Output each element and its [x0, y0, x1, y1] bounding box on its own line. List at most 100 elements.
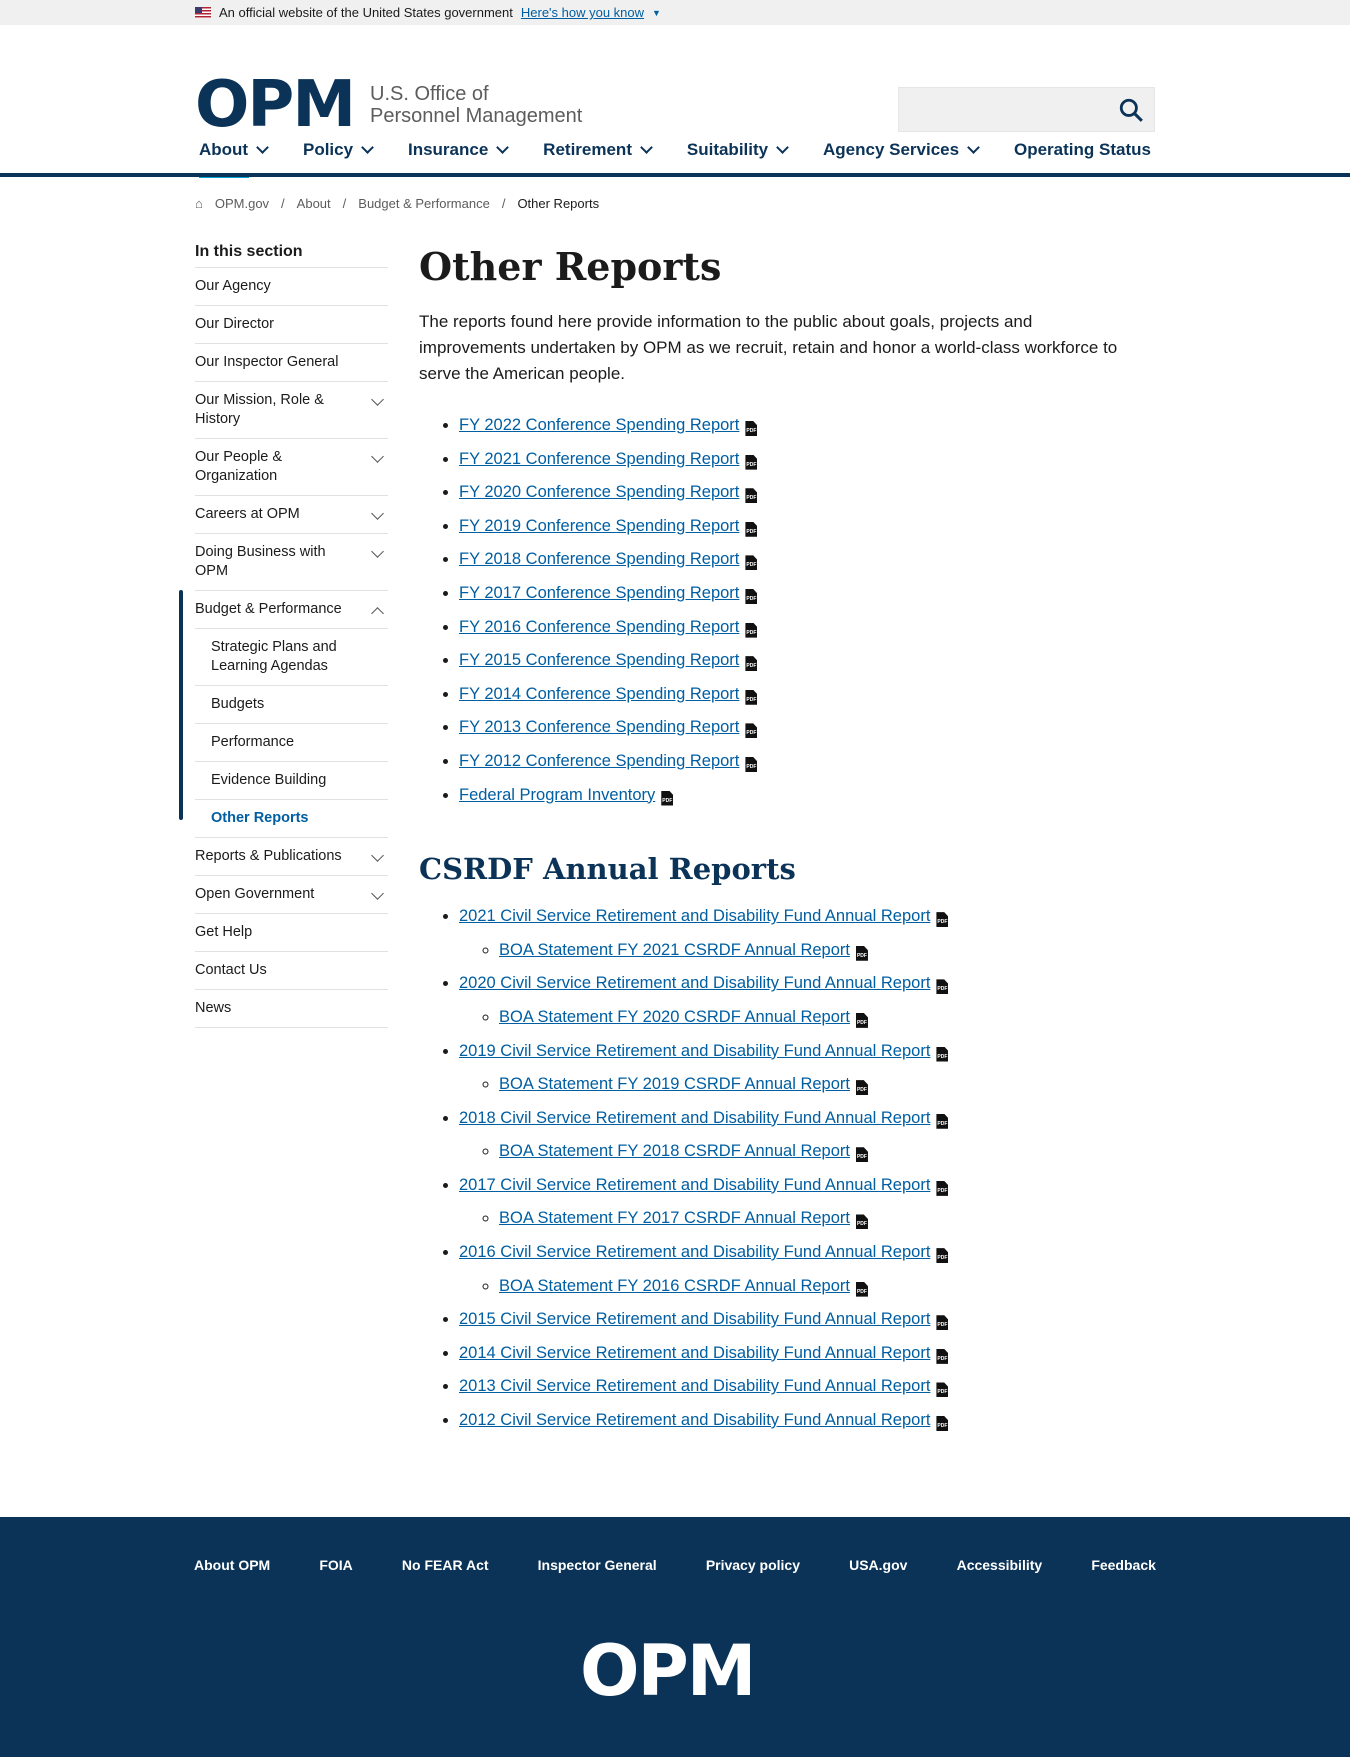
- pdf-icon: PDF: [855, 1214, 868, 1230]
- pdf-icon: PDF: [936, 912, 949, 928]
- chevron-down-icon[interactable]: [371, 545, 384, 558]
- report-link[interactable]: FY 2013 Conference Spending Report: [459, 718, 739, 736]
- report-link[interactable]: FY 2019 Conference Spending Report: [459, 517, 739, 535]
- sidebar-item[interactable]: Other Reports: [195, 800, 388, 838]
- report-link[interactable]: BOA Statement FY 2017 CSRDF Annual Repor…: [499, 1209, 850, 1227]
- sidebar-item-label: Other Reports: [211, 810, 309, 826]
- nav-item-insurance[interactable]: Insurance: [404, 130, 511, 176]
- list-item: BOA Statement FY 2017 CSRDF Annual Repor…: [499, 1202, 1139, 1236]
- list-item: FY 2018 Conference Spending Report PDF: [459, 543, 1139, 577]
- sidebar-item[interactable]: Evidence Building: [195, 762, 388, 800]
- report-link[interactable]: BOA Statement FY 2021 CSRDF Annual Repor…: [499, 941, 850, 959]
- page-title: Other Reports: [419, 244, 722, 289]
- how-you-know-link[interactable]: Here's how you know: [521, 5, 644, 20]
- report-link[interactable]: 2013 Civil Service Retirement and Disabi…: [459, 1377, 930, 1395]
- report-link[interactable]: 2017 Civil Service Retirement and Disabi…: [459, 1176, 930, 1194]
- breadcrumb-item[interactable]: OPM.gov: [215, 196, 269, 211]
- pdf-icon: PDF: [745, 421, 758, 436]
- report-link[interactable]: FY 2012 Conference Spending Report: [459, 752, 739, 770]
- nav-item-policy[interactable]: Policy: [299, 130, 376, 176]
- sidebar-item[interactable]: Budgets: [195, 686, 388, 724]
- report-link[interactable]: 2021 Civil Service Retirement and Disabi…: [459, 907, 930, 925]
- csrdf-heading: CSRDF Annual Reports: [419, 852, 796, 887]
- chevron-up-icon[interactable]: [371, 607, 384, 620]
- sidebar-item[interactable]: Reports & Publications: [195, 838, 388, 876]
- chevron-down-icon[interactable]: [371, 849, 384, 862]
- report-link[interactable]: 2016 Civil Service Retirement and Disabi…: [459, 1243, 930, 1261]
- report-link[interactable]: 2018 Civil Service Retirement and Disabi…: [459, 1109, 930, 1127]
- sidebar-item[interactable]: Our Agency: [195, 268, 388, 306]
- report-link[interactable]: 2020 Civil Service Retirement and Disabi…: [459, 974, 930, 992]
- pdf-icon: PDF: [745, 723, 758, 739]
- breadcrumb-separator: /: [281, 196, 285, 211]
- report-link[interactable]: FY 2021 Conference Spending Report: [459, 450, 739, 468]
- sidebar-item-label: Budgets: [211, 696, 265, 712]
- sidebar-item[interactable]: Our Inspector General: [195, 344, 388, 382]
- footer-link[interactable]: FOIA: [319, 1557, 352, 1573]
- sidebar-item[interactable]: News: [195, 990, 388, 1028]
- nav-item-retirement[interactable]: Retirement: [539, 130, 655, 176]
- report-link[interactable]: Federal Program Inventory: [459, 786, 655, 804]
- footer-link[interactable]: Inspector General: [538, 1557, 657, 1573]
- report-link[interactable]: FY 2014 Conference Spending Report: [459, 685, 739, 703]
- chevron-down-icon[interactable]: [371, 507, 384, 520]
- search-input[interactable]: [898, 87, 1155, 132]
- report-link[interactable]: BOA Statement FY 2018 CSRDF Annual Repor…: [499, 1142, 850, 1160]
- sidebar-item[interactable]: Budget & Performance: [195, 591, 388, 629]
- list-item: BOA Statement FY 2018 CSRDF Annual Repor…: [499, 1135, 1139, 1169]
- pdf-icon: PDF: [936, 1348, 949, 1364]
- report-link[interactable]: 2014 Civil Service Retirement and Disabi…: [459, 1344, 930, 1362]
- nav-label: Policy: [302, 140, 354, 159]
- sidebar-item[interactable]: Strategic Plans and Learning Agendas: [195, 629, 388, 686]
- report-link[interactable]: 2012 Civil Service Retirement and Disabi…: [459, 1411, 930, 1429]
- pdf-icon: PDF: [745, 454, 758, 470]
- list-item: 2018 Civil Service Retirement and Disabi…: [459, 1102, 1139, 1169]
- list-item: BOA Statement FY 2020 CSRDF Annual Repor…: [499, 1001, 1139, 1035]
- footer-link[interactable]: Accessibility: [957, 1557, 1043, 1573]
- breadcrumb-item[interactable]: About: [297, 196, 331, 211]
- sidebar-item[interactable]: Contact Us: [195, 952, 388, 990]
- report-link[interactable]: BOA Statement FY 2020 CSRDF Annual Repor…: [499, 1008, 850, 1026]
- chevron-down-icon[interactable]: [371, 887, 384, 900]
- report-link[interactable]: FY 2020 Conference Spending Report: [459, 483, 739, 501]
- footer-link[interactable]: Feedback: [1091, 1557, 1156, 1573]
- pdf-icon: PDF: [855, 1080, 868, 1096]
- report-link[interactable]: FY 2018 Conference Spending Report: [459, 550, 739, 568]
- sidebar-item[interactable]: Our People & Organization: [195, 439, 388, 496]
- report-link[interactable]: BOA Statement FY 2019 CSRDF Annual Repor…: [499, 1075, 850, 1093]
- sidebar-item[interactable]: Doing Business with OPM: [195, 534, 388, 591]
- chevron-down-icon[interactable]: [371, 393, 384, 406]
- nav-label: Operating Status: [1013, 140, 1151, 159]
- nav-item-about[interactable]: About: [195, 130, 271, 178]
- report-link[interactable]: FY 2017 Conference Spending Report: [459, 584, 739, 602]
- footer-link[interactable]: No FEAR Act: [402, 1557, 489, 1573]
- report-link[interactable]: 2019 Civil Service Retirement and Disabi…: [459, 1042, 930, 1060]
- breadcrumb-item[interactable]: Budget & Performance: [358, 196, 490, 211]
- footer-link[interactable]: Privacy policy: [706, 1557, 800, 1573]
- report-link[interactable]: FY 2016 Conference Spending Report: [459, 618, 739, 636]
- sidebar-item[interactable]: Our Director: [195, 306, 388, 344]
- search-icon[interactable]: [1118, 97, 1144, 123]
- chevron-down-icon[interactable]: [371, 450, 384, 463]
- report-link[interactable]: FY 2015 Conference Spending Report: [459, 651, 739, 669]
- footer-opm-logo[interactable]: OPM: [580, 1636, 756, 1706]
- nav-item-agency-services[interactable]: Agency Services: [819, 130, 982, 176]
- report-link[interactable]: BOA Statement FY 2016 CSRDF Annual Repor…: [499, 1277, 850, 1295]
- report-link[interactable]: FY 2022 Conference Spending Report: [459, 416, 739, 434]
- footer-link[interactable]: USA.gov: [849, 1557, 907, 1573]
- sub-list: BOA Statement FY 2019 CSRDF Annual Repor…: [459, 1068, 1139, 1102]
- list-item: 2016 Civil Service Retirement and Disabi…: [459, 1236, 1139, 1303]
- sidebar-item[interactable]: Careers at OPM: [195, 496, 388, 534]
- pdf-icon: PDF: [745, 588, 758, 604]
- sidebar-item[interactable]: Performance: [195, 724, 388, 762]
- sidebar-item[interactable]: Get Help: [195, 914, 388, 952]
- sidebar-item[interactable]: Open Government: [195, 876, 388, 914]
- sidebar-item[interactable]: Our Mission, Role & History: [195, 382, 388, 439]
- opm-logo[interactable]: OPM U.S. Office of Personnel Management: [195, 73, 582, 137]
- us-flag-icon: [195, 7, 211, 18]
- nav-item-operating-status[interactable]: Operating Status: [1010, 130, 1155, 176]
- list-item: FY 2022 Conference Spending Report PDF: [459, 409, 1139, 443]
- footer-link[interactable]: About OPM: [194, 1557, 270, 1573]
- report-link[interactable]: 2015 Civil Service Retirement and Disabi…: [459, 1310, 930, 1328]
- nav-item-suitability[interactable]: Suitability: [683, 130, 791, 176]
